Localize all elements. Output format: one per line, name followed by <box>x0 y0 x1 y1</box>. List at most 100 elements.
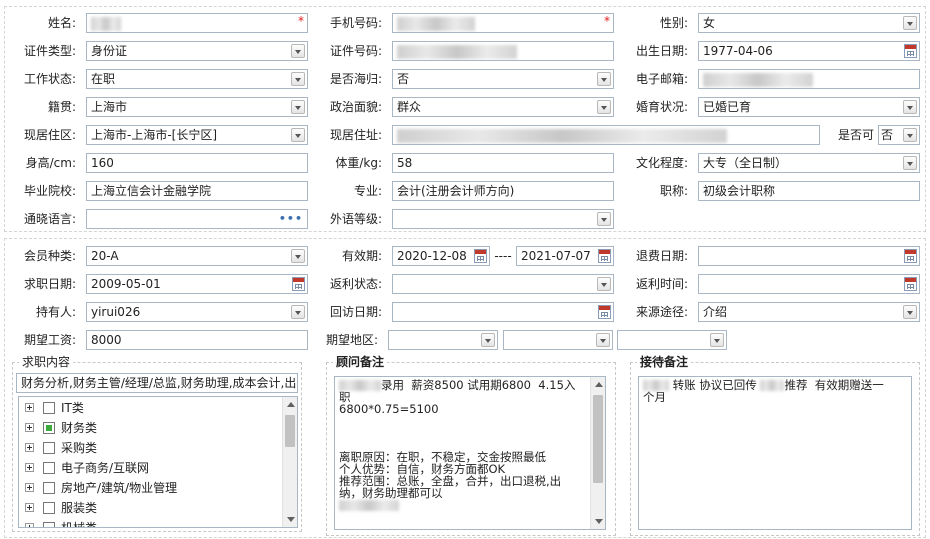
member-type-select[interactable]: 20-A <box>86 246 308 266</box>
consultant-note-textarea[interactable]: 录用 薪资8500 试用期6800 4.15入 职 6800*0.75=5100… <box>334 376 606 530</box>
calendar-icon[interactable] <box>598 249 611 263</box>
reception-note-textarea[interactable]: 转账 协议已回传 推荐 有效期赠送一 个月 <box>638 376 912 530</box>
tree-item[interactable]: 电子商务/互联网 <box>25 458 275 478</box>
chevron-down-icon[interactable] <box>903 16 917 30</box>
memo-line <box>339 415 587 427</box>
scroll-down-icon[interactable] <box>595 519 603 524</box>
region-district-select[interactable] <box>617 330 727 350</box>
school-input[interactable]: 上海立信会计金融学院 <box>86 181 308 201</box>
rebate-status-select[interactable] <box>392 274 614 294</box>
gender-select[interactable]: 女 <box>698 13 920 33</box>
scroll-down-icon[interactable] <box>287 517 295 522</box>
holder-value: yirui026 <box>91 305 141 319</box>
expand-icon[interactable] <box>25 483 34 492</box>
scroll-thumb[interactable] <box>593 395 603 483</box>
chevron-down-icon[interactable] <box>596 333 610 347</box>
calendar-icon[interactable] <box>474 249 487 263</box>
tree-item[interactable]: IT类 <box>25 398 275 418</box>
chevron-down-icon[interactable] <box>291 72 305 86</box>
tree-scrollbar[interactable] <box>282 397 297 527</box>
chevron-down-icon[interactable] <box>597 277 611 291</box>
holder-select[interactable]: yirui026 <box>86 302 308 322</box>
chevron-down-icon[interactable] <box>291 305 305 319</box>
chevron-down-icon[interactable] <box>597 212 611 226</box>
marital-select[interactable]: 已婚已育 <box>698 97 920 117</box>
job-category-tree[interactable]: IT类 财务类 采购类 电子商务/互联网 房地产/建筑/物业管理 服装类 机械类 <box>18 396 298 528</box>
calendar-icon[interactable] <box>292 277 305 291</box>
chevron-down-icon[interactable] <box>291 128 305 142</box>
source-select[interactable]: 介绍 <box>698 302 920 322</box>
expand-icon[interactable] <box>25 443 34 452</box>
checkbox[interactable] <box>43 502 55 514</box>
tree-item[interactable]: 服装类 <box>25 498 275 518</box>
email-input[interactable] <box>698 69 920 89</box>
residence-area-select[interactable]: 上海市-上海市-[长宁区] <box>86 125 308 145</box>
checkbox[interactable] <box>43 462 55 474</box>
refund-date-input[interactable] <box>698 246 920 266</box>
chevron-down-icon[interactable] <box>597 72 611 86</box>
political-select[interactable]: 群众 <box>392 97 614 117</box>
tree-item[interactable]: 财务类 <box>25 418 275 438</box>
expand-icon[interactable] <box>25 423 34 432</box>
chevron-down-icon[interactable] <box>291 44 305 58</box>
tree-item-label: 服装类 <box>61 501 98 515</box>
memo-scrollbar[interactable] <box>590 377 605 529</box>
valid-from-input[interactable]: 2020-12-08 <box>392 246 490 266</box>
address-input[interactable] <box>392 125 820 145</box>
region-province-select[interactable] <box>388 330 498 350</box>
salary-input[interactable]: 8000 <box>86 330 308 350</box>
chevron-down-icon[interactable] <box>710 333 724 347</box>
calendar-icon[interactable] <box>904 44 917 58</box>
returnee-value: 否 <box>397 72 410 86</box>
region-city-select[interactable] <box>503 330 613 350</box>
chevron-down-icon[interactable] <box>903 156 917 170</box>
foreign-level-select[interactable] <box>392 209 614 229</box>
returnee-select[interactable]: 否 <box>392 69 614 89</box>
name-input[interactable]: * <box>86 13 308 33</box>
height-input[interactable]: 160 <box>86 153 308 173</box>
calendar-icon[interactable] <box>904 277 917 291</box>
scroll-thumb[interactable] <box>285 415 295 447</box>
allow-select[interactable]: 否 <box>878 125 920 145</box>
checkbox[interactable] <box>43 522 55 527</box>
scroll-up-icon[interactable] <box>287 402 295 407</box>
id-number-input[interactable] <box>392 41 614 61</box>
expand-icon[interactable] <box>25 503 34 512</box>
work-status-select[interactable]: 在职 <box>86 69 308 89</box>
chevron-down-icon[interactable] <box>903 305 917 319</box>
chevron-down-icon[interactable] <box>597 100 611 114</box>
education-select[interactable]: 大专（全日制） <box>698 153 920 173</box>
chevron-down-icon[interactable] <box>903 128 917 142</box>
birth-date-input[interactable]: 1977-04-06 <box>698 41 920 61</box>
expand-icon[interactable] <box>25 403 34 412</box>
visit-date-input[interactable] <box>392 302 614 322</box>
language-input[interactable]: ••• <box>86 209 308 229</box>
checkbox[interactable] <box>43 442 55 454</box>
phone-input[interactable]: * <box>392 13 614 33</box>
chevron-down-icon[interactable] <box>291 249 305 263</box>
tree-item[interactable]: 房地产/建筑/物业管理 <box>25 478 275 498</box>
calendar-icon[interactable] <box>598 305 611 319</box>
valid-to-input[interactable]: 2021-07-07 <box>516 246 614 266</box>
major-input[interactable]: 会计(注册会计师方向) <box>392 181 614 201</box>
chevron-down-icon[interactable] <box>903 100 917 114</box>
job-content-summary[interactable]: 财务分析,财务主管/经理/总监,财务助理,成本会计,出 <box>16 373 298 393</box>
more-icon[interactable]: ••• <box>279 210 303 228</box>
checkbox[interactable] <box>43 482 55 494</box>
apply-date-input[interactable]: 2009-05-01 <box>86 274 308 294</box>
scroll-up-icon[interactable] <box>595 382 603 387</box>
tree-item[interactable]: 机械类 <box>25 518 275 527</box>
id-type-select[interactable]: 身份证 <box>86 41 308 61</box>
rebate-time-input[interactable] <box>698 274 920 294</box>
checkbox[interactable] <box>43 402 55 414</box>
weight-input[interactable]: 58 <box>392 153 614 173</box>
native-place-select[interactable]: 上海市 <box>86 97 308 117</box>
chevron-down-icon[interactable] <box>481 333 495 347</box>
expand-icon[interactable] <box>25 463 34 472</box>
checkbox-partial[interactable] <box>43 422 55 434</box>
tree-item[interactable]: 采购类 <box>25 438 275 458</box>
calendar-icon[interactable] <box>904 249 917 263</box>
expand-icon[interactable] <box>25 523 34 527</box>
chevron-down-icon[interactable] <box>291 100 305 114</box>
job-title-input[interactable]: 初级会计职称 <box>698 181 920 201</box>
